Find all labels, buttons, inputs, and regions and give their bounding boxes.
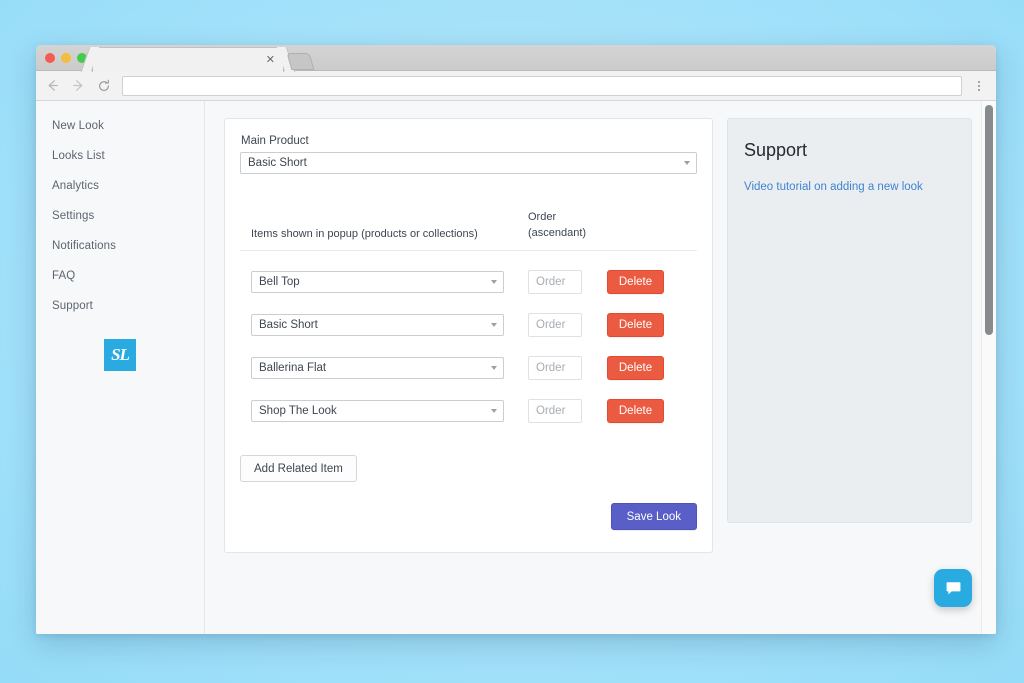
- order-input[interactable]: [528, 356, 582, 380]
- sidebar-item-notifications[interactable]: Notifications: [36, 231, 204, 261]
- table-row: Shop The Look Delete: [240, 399, 697, 423]
- support-panel-title: Support: [744, 140, 808, 160]
- delete-button[interactable]: Delete: [607, 356, 664, 380]
- delete-button[interactable]: Delete: [607, 399, 664, 423]
- delete-button[interactable]: Delete: [607, 270, 664, 294]
- page-viewport: New Look Looks List Analytics Settings N…: [36, 101, 996, 634]
- chat-bubble-icon: [946, 581, 960, 594]
- sidebar-item-looks-list[interactable]: Looks List: [36, 141, 204, 171]
- related-item-select-value[interactable]: Ballerina Flat: [251, 357, 504, 379]
- scrollbar-thumb[interactable]: [985, 105, 993, 335]
- related-item-select[interactable]: Ballerina Flat: [251, 357, 504, 379]
- related-item-select-value[interactable]: Shop The Look: [251, 400, 504, 422]
- delete-button[interactable]: Delete: [607, 313, 664, 337]
- address-bar[interactable]: [122, 75, 962, 96]
- order-input[interactable]: [528, 270, 582, 294]
- sidebar-item-new-look[interactable]: New Look: [36, 111, 204, 141]
- browser-window: ✕ New Look Looks List Analytics Settings…: [36, 45, 996, 634]
- related-item-select-value[interactable]: Basic Short: [251, 314, 504, 336]
- chat-widget-button[interactable]: [934, 569, 972, 607]
- table-row: Ballerina Flat Delete: [240, 356, 697, 380]
- main-product-select-value[interactable]: Basic Short: [240, 152, 697, 174]
- window-controls: [45, 53, 87, 63]
- save-look-button[interactable]: Save Look: [610, 503, 697, 530]
- minimize-window-button[interactable]: [61, 53, 71, 63]
- sidebar-item-faq[interactable]: FAQ: [36, 261, 204, 291]
- look-editor-card: Main Product Basic Short Items shown in …: [224, 118, 713, 553]
- support-panel: Support Video tutorial on adding a new l…: [727, 118, 972, 523]
- browser-tab[interactable]: ✕: [92, 47, 284, 72]
- order-column-header: Order (ascendant): [528, 210, 586, 241]
- sidebar-item-support[interactable]: Support: [36, 291, 204, 321]
- order-input[interactable]: [528, 399, 582, 423]
- sidebar-item-settings[interactable]: Settings: [36, 201, 204, 231]
- browser-toolbar: [36, 71, 996, 101]
- forward-arrow-icon[interactable]: [70, 78, 86, 94]
- add-related-item-button[interactable]: Add Related Item: [240, 455, 357, 482]
- table-row: Basic Short Delete: [240, 313, 697, 337]
- close-icon[interactable]: ✕: [266, 53, 275, 67]
- related-item-select-value[interactable]: Bell Top: [251, 271, 504, 293]
- main-product-select[interactable]: Basic Short: [240, 152, 697, 174]
- app-sidebar: New Look Looks List Analytics Settings N…: [36, 101, 205, 634]
- related-item-select[interactable]: Bell Top: [251, 271, 504, 293]
- reload-icon[interactable]: [96, 78, 112, 94]
- main-content: Main Product Basic Short Items shown in …: [205, 101, 996, 634]
- main-product-label: Main Product: [241, 135, 309, 147]
- back-arrow-icon[interactable]: [44, 78, 60, 94]
- related-item-select[interactable]: Shop The Look: [251, 400, 504, 422]
- table-column-headers: Items shown in popup (products or collec…: [240, 210, 697, 251]
- close-window-button[interactable]: [45, 53, 55, 63]
- related-item-select[interactable]: Basic Short: [251, 314, 504, 336]
- video-tutorial-link[interactable]: Video tutorial on adding a new look: [744, 181, 923, 193]
- sidebar-item-analytics[interactable]: Analytics: [36, 171, 204, 201]
- order-input[interactable]: [528, 313, 582, 337]
- browser-tab-strip: ✕: [36, 45, 996, 72]
- order-column-header-line2: (ascendant): [528, 226, 587, 239]
- kebab-menu-icon[interactable]: [972, 80, 986, 91]
- save-row: Save Look: [240, 503, 697, 530]
- new-tab-icon[interactable]: [286, 53, 315, 70]
- page-scrollbar[interactable]: [981, 101, 996, 634]
- brand-logo: SL: [104, 339, 136, 371]
- table-row: Bell Top Delete: [240, 270, 697, 294]
- order-column-header-line1: Order: [528, 211, 557, 223]
- items-column-header: Items shown in popup (products or collec…: [251, 228, 478, 240]
